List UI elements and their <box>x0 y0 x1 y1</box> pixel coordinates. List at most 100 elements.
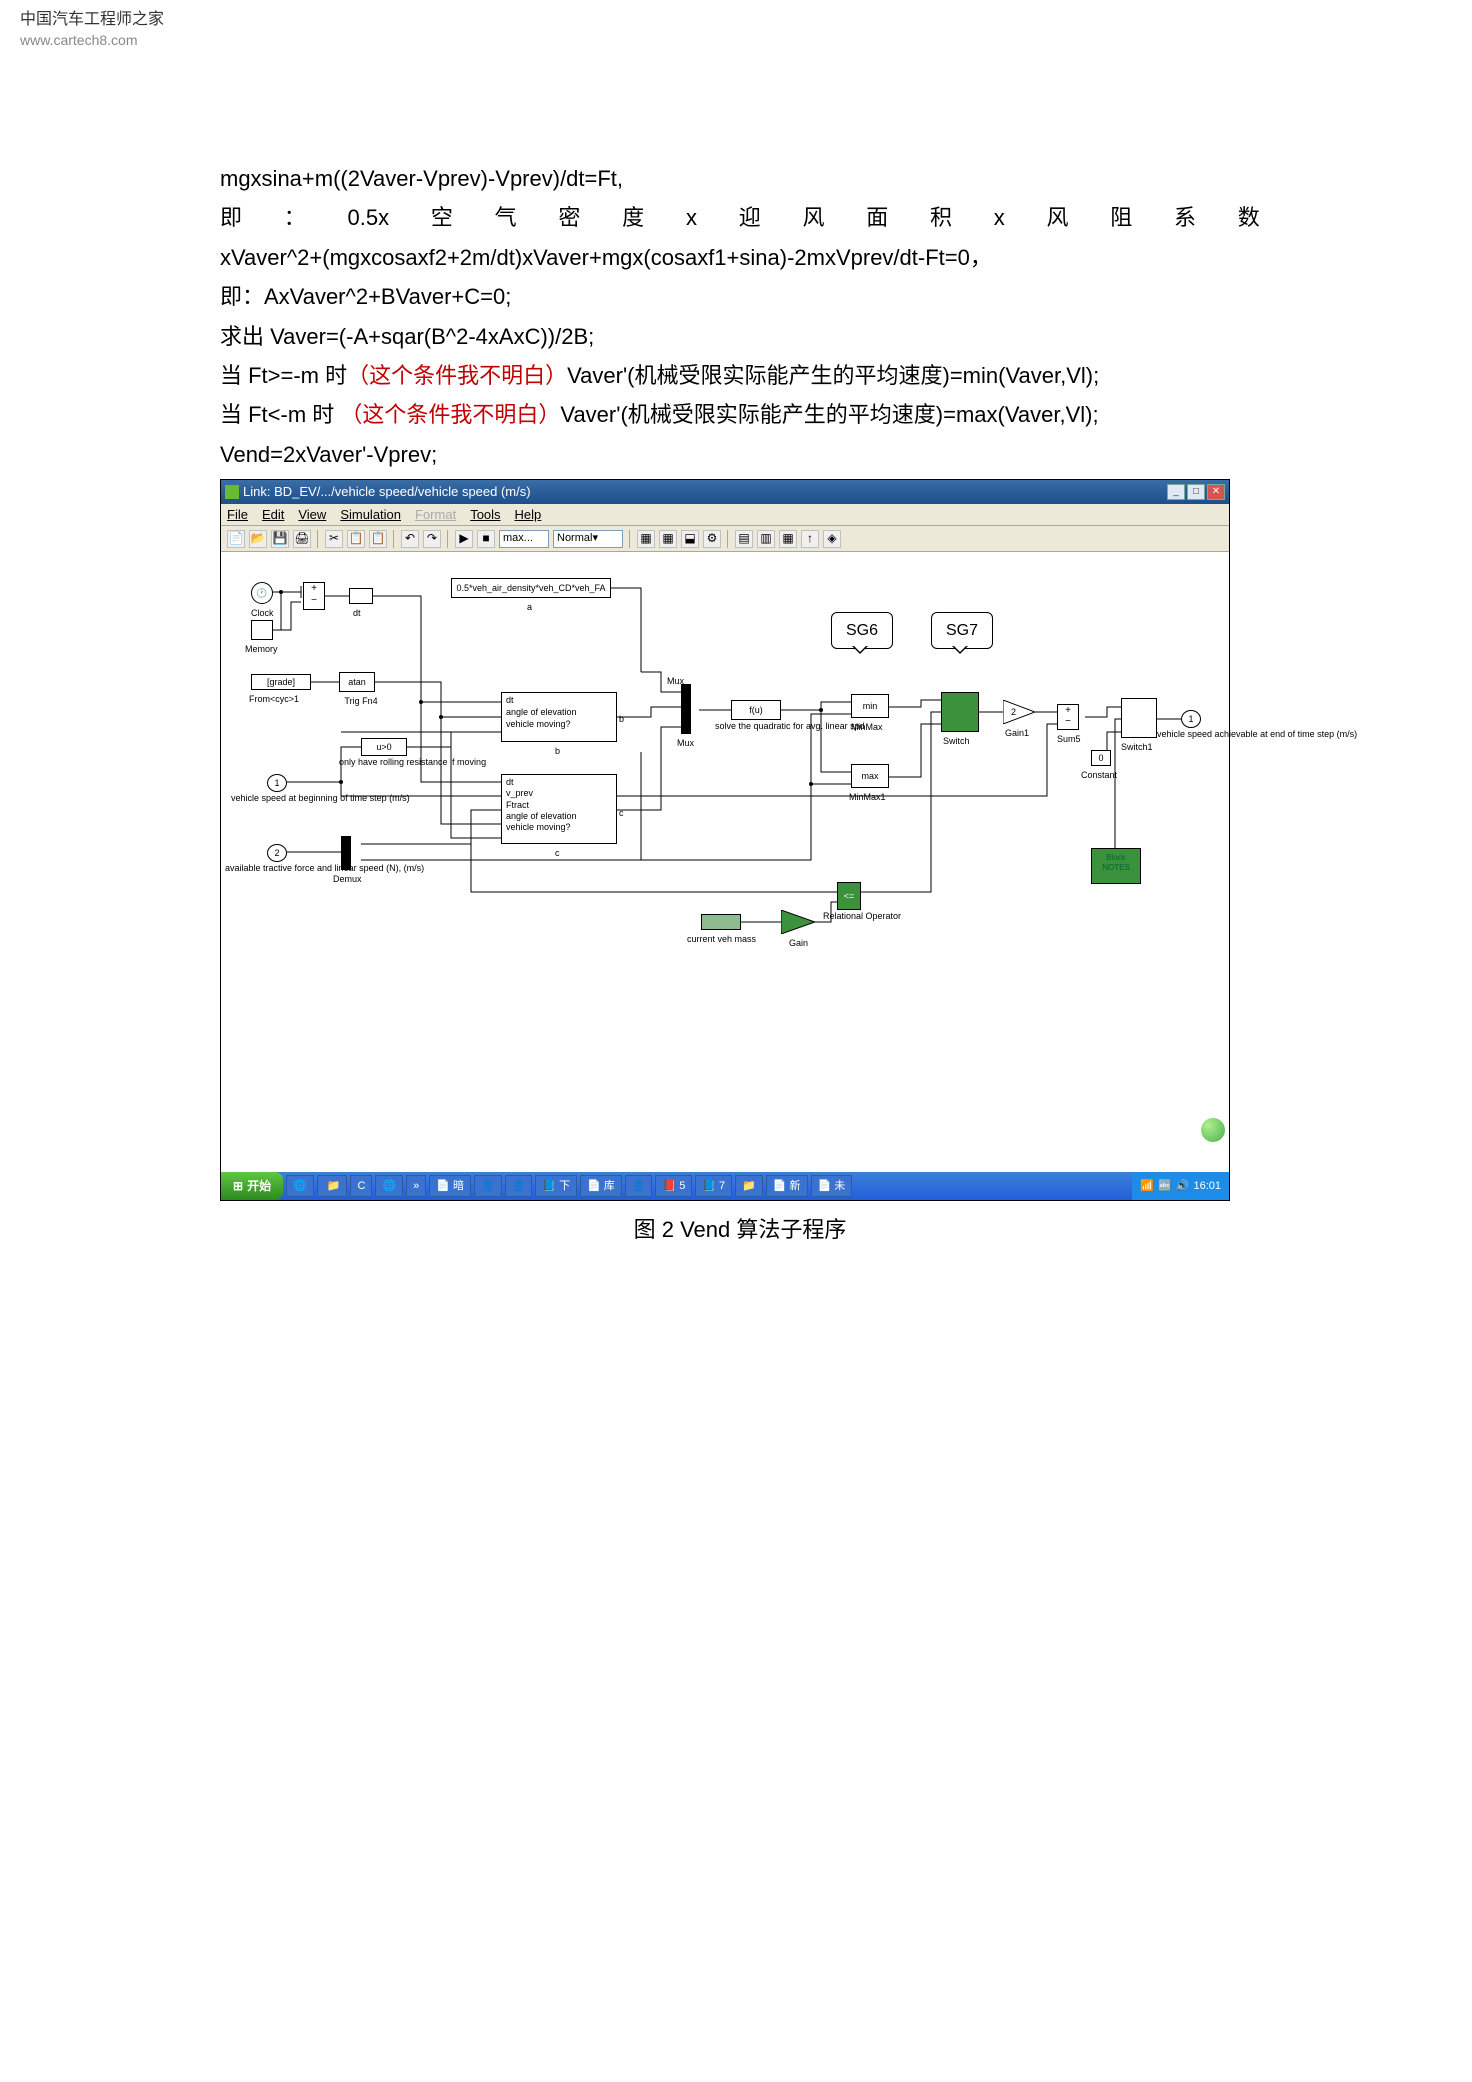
relop-block[interactable]: <= <box>837 882 861 910</box>
compare-block[interactable]: u>0 <box>361 738 407 756</box>
air-density-block[interactable]: 0.5*veh_air_density*veh_CD*veh_FA <box>451 578 611 598</box>
outport-1[interactable]: 1 <box>1181 710 1201 728</box>
simulink-window: Link: BD_EV/.../vehicle speed/vehicle sp… <box>220 479 1230 1201</box>
task-item-10[interactable]: 👤 <box>625 1175 653 1197</box>
redo-button[interactable]: ↷ <box>423 530 441 548</box>
task-item-5[interactable]: 📄 暗 <box>429 1175 471 1197</box>
tool-h[interactable]: ◈ <box>823 530 841 548</box>
floating-orb-icon[interactable] <box>1201 1118 1225 1142</box>
window-titlebar[interactable]: Link: BD_EV/.../vehicle speed/vehicle sp… <box>221 480 1229 504</box>
menu-tools[interactable]: Tools <box>470 504 500 526</box>
tool-g[interactable]: ▦ <box>779 530 797 548</box>
menu-file[interactable]: File <box>227 504 248 526</box>
fcn-block[interactable]: f(u) <box>731 700 781 720</box>
menu-help[interactable]: Help <box>515 504 542 526</box>
task-item-15[interactable]: 📄 未 <box>811 1175 853 1197</box>
tool-a[interactable]: ▦ <box>637 530 655 548</box>
inport-1[interactable]: 1 <box>267 774 287 792</box>
nav-up-button[interactable]: ↑ <box>801 530 819 548</box>
constant-label: Constant <box>1081 768 1117 783</box>
task-item-2[interactable]: C <box>350 1175 372 1197</box>
inport-2[interactable]: 2 <box>267 844 287 862</box>
open-button[interactable]: 📂 <box>249 530 267 548</box>
task-item-7[interactable]: 👤 <box>505 1175 533 1197</box>
volume-icon[interactable]: 🔊 <box>1176 1177 1190 1196</box>
paste-button[interactable]: 📋 <box>369 530 387 548</box>
equation-line-2: 即 ： 0.5x 空 气 密 度 x 迎 风 面 积 x 风 阻 系 数 <box>220 199 1260 236</box>
mux-block[interactable] <box>681 684 691 734</box>
figure-caption: 图 2 Vend 算法子程序 <box>220 1211 1260 1248</box>
start-button[interactable]: ⊞ 开始 <box>221 1172 283 1200</box>
mux-label-top: Mux <box>667 674 684 689</box>
cut-button[interactable]: ✂ <box>325 530 343 548</box>
minimize-button[interactable]: _ <box>1167 484 1185 500</box>
save-button[interactable]: 💾 <box>271 530 289 548</box>
from-label: From<cyc>1 <box>249 692 299 707</box>
mode-dropdown[interactable]: Normal ▾ <box>553 530 623 548</box>
demux-label: Demux <box>333 872 362 887</box>
switch-block[interactable] <box>941 692 979 732</box>
tool-d[interactable]: ⚙ <box>703 530 721 548</box>
menu-view[interactable]: View <box>298 504 326 526</box>
gain-block[interactable] <box>781 910 815 934</box>
stop-button[interactable]: ■ <box>477 530 495 548</box>
undo-button[interactable]: ↶ <box>401 530 419 548</box>
print-button[interactable]: 🖨 <box>293 530 311 548</box>
maximize-button[interactable]: □ <box>1187 484 1205 500</box>
play-button[interactable]: ▶ <box>455 530 473 548</box>
c-subsystem[interactable]: dt v_prev Ftract angle of elevation vehi… <box>501 774 617 844</box>
minmax-label: MinMax <box>851 720 883 735</box>
dt-block[interactable] <box>349 588 373 604</box>
inport-1-label: vehicle speed at beginning of time step … <box>231 794 331 803</box>
condition-line-2: 当 Ft<-m 时 （这个条件我不明白）Vaver'(机械受限实际能产生的平均速… <box>220 396 1260 433</box>
tool-e[interactable]: ▤ <box>735 530 753 548</box>
taskbar: ⊞ 开始 🌐 📁 C 🌐 » 📄 暗 👤 👤 📘 下 📄 库 👤 📕 5 📘 7… <box>221 1172 1229 1200</box>
watermark-line1: 中国汽车工程师之家 <box>20 10 164 31</box>
app-icon <box>225 485 239 499</box>
system-tray[interactable]: 📶 🔤 🔊 16:01 <box>1132 1172 1229 1200</box>
tray-icon[interactable]: 📶 <box>1140 1177 1154 1196</box>
task-item-14[interactable]: 📄 新 <box>766 1175 808 1197</box>
gain-label: Gain <box>789 936 808 951</box>
lang-indicator[interactable]: 🔤 <box>1158 1177 1172 1196</box>
max-block[interactable]: max <box>851 764 889 788</box>
task-item-8[interactable]: 📘 下 <box>535 1175 577 1197</box>
clock-label: Clock <box>251 606 274 621</box>
tool-b[interactable]: ▦ <box>659 530 677 548</box>
switch1-block[interactable] <box>1121 698 1157 738</box>
task-item-9[interactable]: 📄 库 <box>580 1175 622 1197</box>
rolling-label: only have rolling resistance if moving <box>339 758 429 767</box>
menu-simulation[interactable]: Simulation <box>340 504 401 526</box>
stop-time-field[interactable]: max... <box>499 530 549 548</box>
b-subsystem[interactable]: dt angle of elevation vehicle moving? <box>501 692 617 742</box>
tool-f[interactable]: ▥ <box>757 530 775 548</box>
new-button[interactable]: 📄 <box>227 530 245 548</box>
menu-edit[interactable]: Edit <box>262 504 284 526</box>
mass-block[interactable] <box>701 914 741 930</box>
notes-block[interactable]: Block NOTES <box>1091 848 1141 884</box>
task-item-4[interactable]: » <box>406 1175 426 1197</box>
tool-c[interactable]: ⬓ <box>681 530 699 548</box>
sum-dt-block[interactable]: +− <box>303 582 325 610</box>
min-block[interactable]: min <box>851 694 889 718</box>
copy-button[interactable]: 📋 <box>347 530 365 548</box>
sum5-block[interactable]: +− <box>1057 704 1079 730</box>
atan-block[interactable]: atan <box>339 672 375 692</box>
task-item-12[interactable]: 📘 7 <box>695 1175 732 1197</box>
constant-block[interactable]: 0 <box>1091 750 1111 766</box>
from-grade-block[interactable]: [grade] <box>251 674 311 690</box>
model-canvas[interactable]: 🕐 Clock Memory +− dt 0.5*veh_air_density… <box>221 552 1229 1172</box>
quick-launch[interactable]: 🌐 <box>286 1175 314 1197</box>
memory-block[interactable] <box>251 620 273 640</box>
task-item-11[interactable]: 📕 5 <box>655 1175 692 1197</box>
demux-block[interactable] <box>341 836 351 870</box>
gain1-block[interactable]: 2 <box>1003 700 1035 724</box>
clock-block[interactable]: 🕐 <box>251 582 273 604</box>
memory-label: Memory <box>245 642 278 657</box>
task-item-6[interactable]: 👤 <box>474 1175 502 1197</box>
task-item-3[interactable]: 🌐 <box>375 1175 403 1197</box>
task-item-13[interactable]: 📁 <box>735 1175 763 1197</box>
close-button[interactable]: ✕ <box>1207 484 1225 500</box>
condition-line-1: 当 Ft>=-m 时（这个条件我不明白）Vaver'(机械受限实际能产生的平均速… <box>220 357 1260 394</box>
task-item-1[interactable]: 📁 <box>317 1175 348 1197</box>
